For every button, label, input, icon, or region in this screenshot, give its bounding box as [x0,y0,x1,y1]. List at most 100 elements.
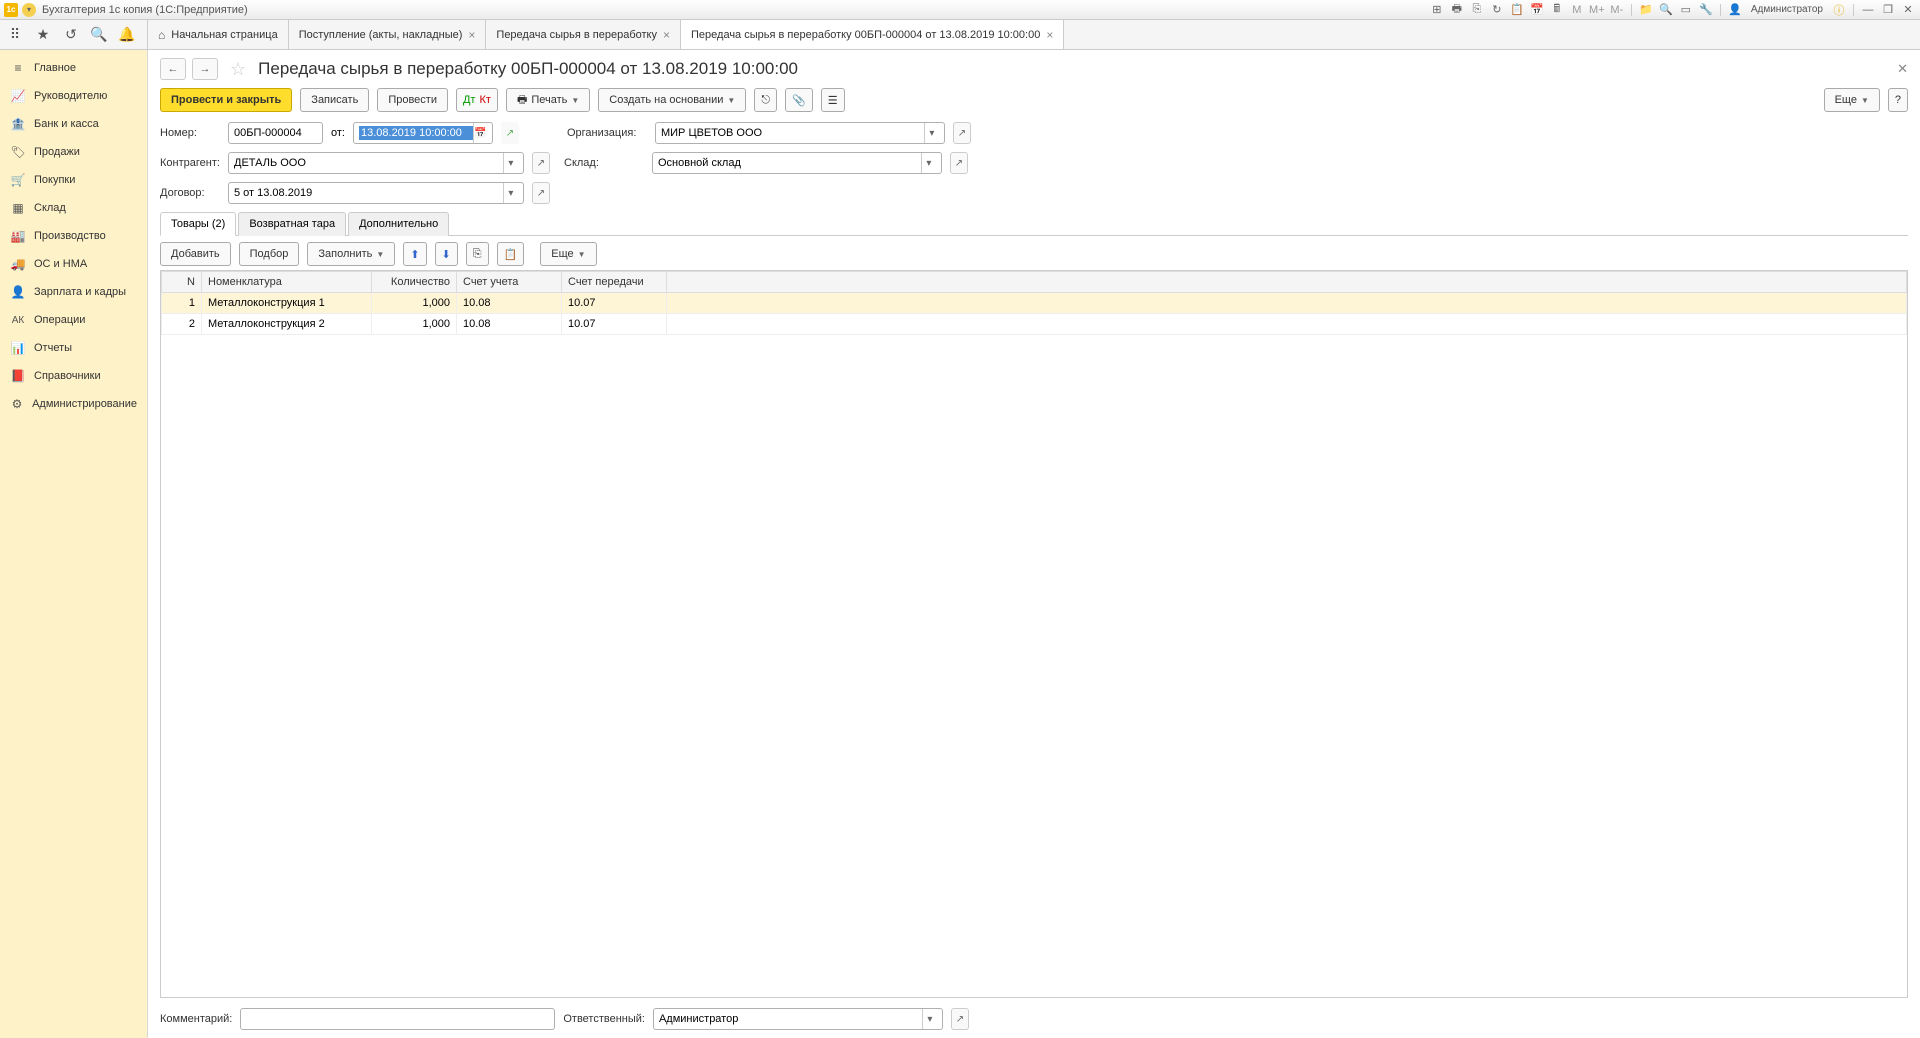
more-button[interactable]: Еще▼ [1824,88,1880,112]
m-minus-icon[interactable]: M- [1609,2,1625,18]
tab-goods[interactable]: Товары (2) [160,212,236,236]
tab-returnable[interactable]: Возвратная тара [238,212,346,236]
structure-button[interactable]: ⎋ [754,88,777,112]
dropdown-icon[interactable]: ▾ [503,153,518,173]
fill-button[interactable]: Заполнить▼ [307,242,395,266]
sidebar-item-main[interactable]: ≡Главное [0,54,147,82]
sidebar-item-operations[interactable]: АКОперации [0,306,147,334]
calendar-icon[interactable]: 📅 [1529,2,1545,18]
tools-icon[interactable]: 🔧 [1698,2,1714,18]
grid-icon[interactable]: ⊞ [1429,2,1445,18]
contract-field[interactable]: ▾ [228,182,524,204]
open-contract-button[interactable]: ↗ [532,182,550,204]
folder-icon[interactable]: 📁 [1638,2,1654,18]
link-icon[interactable]: ⎘ [1469,2,1485,18]
close-icon[interactable]: × [663,28,670,42]
apps-icon[interactable]: ⠿ [6,26,24,44]
refresh-icon[interactable]: ↻ [1489,2,1505,18]
warehouse-field[interactable]: ▾ [652,152,942,174]
add-row-button[interactable]: Добавить [160,242,231,266]
dropdown-icon[interactable]: ▾ [922,1009,937,1029]
select-button[interactable]: Подбор [239,242,300,266]
sidebar-item-assets[interactable]: 🚚ОС и НМА [0,250,147,278]
post-indicator-icon[interactable]: ↗ [501,122,519,144]
table-row[interactable]: 2 Металлоконструкция 2 1,000 10.08 10.07 [162,314,1907,335]
sidebar-item-purchases[interactable]: 🛒Покупки [0,166,147,194]
help-button[interactable]: ? [1888,88,1908,112]
user-label[interactable]: Администратор [1751,4,1823,15]
open-contractor-button[interactable]: ↗ [532,152,550,174]
tab-transfer-doc[interactable]: Передача сырья в переработку 00БП-000004… [681,20,1064,49]
open-warehouse-button[interactable]: ↗ [950,152,968,174]
history-icon[interactable]: ↺ [62,26,80,44]
sidebar-item-hr[interactable]: 👤Зарплата и кадры [0,278,147,306]
dropdown-icon[interactable]: ▾ [503,183,518,203]
date-field[interactable]: 📅 [353,122,493,144]
sidebar-item-bank[interactable]: 🏦Банк и касса [0,110,147,138]
contractor-field[interactable]: ▾ [228,152,524,174]
home-icon: ⌂ [158,28,165,42]
header-transfer-account[interactable]: Счет передачи [562,272,667,293]
sidebar-item-admin[interactable]: ⚙Администрирование [0,390,147,418]
close-window-icon[interactable]: ✕ [1900,2,1916,18]
close-page-icon[interactable]: ✕ [1897,61,1908,77]
table-more-button[interactable]: Еще▼ [540,242,596,266]
calendar-icon[interactable]: 📅 [473,123,487,143]
sidebar-item-sales[interactable]: 🏷Продажи [0,138,147,166]
attach-button[interactable]: 📎 [785,88,813,112]
close-icon[interactable]: × [1046,28,1053,42]
panel-icon[interactable]: ▭ [1678,2,1694,18]
print-icon[interactable]: 🖶 [1449,2,1465,18]
move-up-button[interactable]: ⬆ [403,242,426,266]
copy-button[interactable]: ⎘ [466,242,489,266]
minimize-icon[interactable]: — [1860,2,1876,18]
table-row[interactable]: 1 Металлоконструкция 1 1,000 10.08 10.07 [162,293,1907,314]
sidebar-item-label: Операции [34,314,85,326]
tab-additional[interactable]: Дополнительно [348,212,449,236]
save-button[interactable]: Записать [300,88,369,112]
sidebar-item-catalogs[interactable]: 📕Справочники [0,362,147,390]
forward-button[interactable]: → [192,58,218,80]
create-based-button[interactable]: Создать на основании▼ [598,88,746,112]
sidebar-item-manager[interactable]: 📈Руководителю [0,82,147,110]
post-button[interactable]: Провести [377,88,448,112]
tab-transfer-list[interactable]: Передача сырья в переработку × [486,20,681,49]
number-field[interactable] [228,122,323,144]
m-icon[interactable]: M [1569,2,1585,18]
sidebar-item-reports[interactable]: 📊Отчеты [0,334,147,362]
open-org-button[interactable]: ↗ [953,122,971,144]
back-button[interactable]: ← [160,58,186,80]
app-menu-icon[interactable]: ▾ [22,3,36,17]
sidebar-item-warehouse[interactable]: ▦Склад [0,194,147,222]
org-field[interactable]: ▾ [655,122,945,144]
post-close-button[interactable]: Провести и закрыть [160,88,292,112]
m-plus-icon[interactable]: M+ [1589,2,1605,18]
tab-receipts[interactable]: Поступление (акты, накладные) × [289,20,487,49]
calc-icon[interactable]: 🖩 [1549,2,1565,18]
list-button[interactable]: ☰ [821,88,845,112]
dt-kt-button[interactable]: ДтКт [456,88,498,112]
header-account[interactable]: Счет учета [457,272,562,293]
maximize-icon[interactable]: ❐ [1880,2,1896,18]
open-responsible-button[interactable]: ↗ [951,1008,969,1030]
notifications-icon[interactable]: 🔔 [118,26,136,44]
paste-button[interactable]: 📋 [497,242,525,266]
header-quantity[interactable]: Количество [372,272,457,293]
star-icon[interactable]: ☆ [230,59,246,80]
favorite-icon[interactable]: ★ [34,26,52,44]
responsible-field[interactable]: ▾ [653,1008,943,1030]
close-icon[interactable]: × [468,28,475,42]
search-icon[interactable]: 🔍 [90,26,108,44]
sidebar-item-production[interactable]: 🏭Производство [0,222,147,250]
info-icon[interactable]: ⓘ [1831,2,1847,18]
clipboard-icon[interactable]: 📋 [1509,2,1525,18]
header-n[interactable]: N [162,272,202,293]
tab-home[interactable]: ⌂ Начальная страница [148,20,289,49]
dropdown-icon[interactable]: ▾ [924,123,939,143]
header-nomenclature[interactable]: Номенклатура [202,272,372,293]
move-down-button[interactable]: ⬇ [435,242,458,266]
zoom-icon[interactable]: 🔍 [1658,2,1674,18]
dropdown-icon[interactable]: ▾ [921,153,936,173]
comment-field[interactable] [240,1008,555,1030]
print-button[interactable]: 🖶Печать▼ [506,88,590,112]
